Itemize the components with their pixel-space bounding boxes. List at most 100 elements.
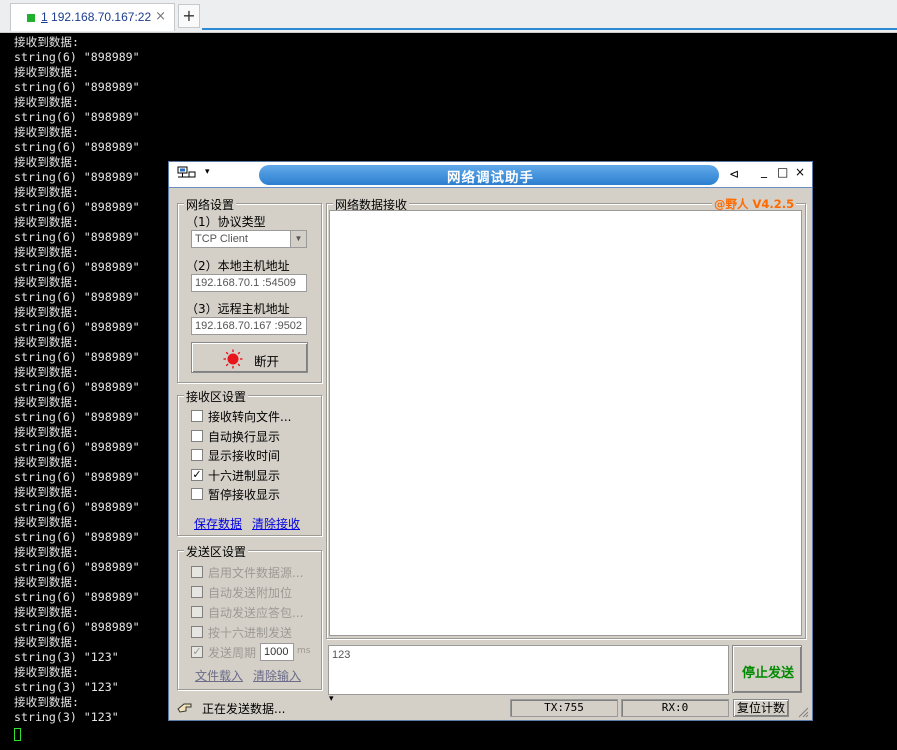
remote-host-label: （3）远程主机地址	[186, 302, 290, 316]
status-text: 正在发送数据...	[202, 702, 286, 716]
protocol-select[interactable]: TCP Client ▼	[191, 230, 307, 248]
new-tab-button[interactable]: +	[178, 4, 200, 28]
local-host-field[interactable]: 192.168.70.1 :54509	[191, 274, 307, 292]
checkbox[interactable]: ✓	[191, 468, 203, 481]
terminal-line: 接收到数据:	[14, 455, 79, 469]
terminal-line: string(6) "898989"	[14, 50, 140, 64]
session-tab-title: 1 192.168.70.167:22	[41, 10, 152, 24]
terminal-line: string(6) "898989"	[14, 620, 140, 634]
connected-indicator-icon	[27, 14, 35, 22]
send-settings-group: 发送区设置 启用文件数据源... 自动发送附加位 自动发送应答包... 按十六进制发送…	[177, 543, 322, 690]
menu-dropdown-icon[interactable]: ▾	[205, 167, 210, 177]
terminal-output[interactable]: 接收到数据: string(6) "898989" 接收到数据: string(6) …	[14, 35, 140, 725]
send-settings-title: 发送区设置	[184, 543, 249, 560]
checkbox[interactable]	[191, 429, 203, 442]
remote-host-field[interactable]: 192.168.70.167 :9502	[191, 317, 307, 335]
terminal-line: 接收到数据:	[14, 545, 79, 559]
terminal-line: 接收到数据:	[14, 665, 79, 679]
terminal-line: 接收到数据:	[14, 695, 79, 709]
stop-send-label: 停止发送	[742, 666, 795, 681]
connection-status-icon	[223, 349, 243, 369]
close-tab-icon[interactable]: ×	[155, 9, 166, 24]
terminal-line: 接收到数据:	[14, 35, 79, 49]
pin-icon[interactable]: ⊲	[729, 167, 739, 181]
terminal-line: string(6) "898989"	[14, 140, 140, 154]
checkbox-label: 显示接收时间	[208, 449, 281, 463]
checkbox[interactable]	[191, 488, 203, 500]
send-textarea[interactable]: 123	[328, 645, 729, 695]
terminal-line: string(6) "898989"	[14, 290, 140, 304]
net-assistant-window: 网络调试助手 ▾ ⊲ _ □ × 网络设置 （1）协议类型 TCP Client…	[168, 161, 813, 721]
checkbox[interactable]: ✓	[191, 646, 203, 658]
checkbox-label: 发送周期	[208, 646, 257, 660]
save-data-link[interactable]: 保存数据	[194, 515, 242, 532]
terminal-line: string(6) "898989"	[14, 560, 140, 574]
terminal-line: string(3) "123"	[14, 710, 119, 724]
terminal-line: 接收到数据:	[14, 425, 79, 439]
local-host-label: （2）本地主机地址	[186, 259, 290, 273]
session-tab[interactable]: 1 192.168.70.167:22 ×	[10, 3, 175, 31]
receive-textarea[interactable]	[329, 210, 802, 636]
checkbox-label: 十六进制显示	[208, 468, 281, 483]
checkbox[interactable]	[191, 410, 203, 422]
terminal-line: string(6) "898989"	[14, 230, 140, 244]
rx-counter: RX:0	[621, 699, 729, 717]
terminal-line: string(6) "898989"	[14, 410, 140, 424]
terminal-line: string(6) "898989"	[14, 200, 140, 214]
hand-pointer-icon	[177, 703, 192, 713]
checkbox[interactable]	[191, 586, 203, 598]
receive-settings-title: 接收区设置	[184, 388, 249, 405]
disconnect-button[interactable]: 断开	[191, 342, 308, 373]
checkbox[interactable]	[191, 449, 203, 461]
network-menu-icon[interactable]	[177, 166, 201, 180]
close-button[interactable]: ×	[795, 165, 805, 179]
receive-settings-group: 接收区设置 接收转向文件... 自动换行显示 显示接收时间 ✓ 十六进制显示 暂停接收显示…	[177, 388, 322, 536]
terminal-line: 接收到数据:	[14, 275, 79, 289]
stop-send-button[interactable]: 停止发送	[732, 645, 802, 693]
clear-receive-link[interactable]: 清除接收	[252, 515, 300, 532]
reset-count-button[interactable]: 复位计数	[733, 699, 789, 717]
chevron-down-icon[interactable]: ▼	[290, 231, 306, 247]
terminal-line: 接收到数据:	[14, 305, 79, 319]
checkbox-label: 启用文件数据源...	[208, 566, 304, 580]
terminal-line: 接收到数据:	[14, 245, 79, 259]
protocol-label: （1）协议类型	[186, 215, 266, 229]
tx-counter: TX:755	[510, 699, 618, 717]
terminal-line: 接收到数据:	[14, 215, 79, 229]
terminal-line: 接收到数据:	[14, 95, 79, 109]
terminal-line: string(6) "898989"	[14, 440, 140, 454]
minimize-button[interactable]: _	[761, 164, 767, 178]
checkbox-label: 自动发送附加位	[208, 586, 293, 600]
terminal-line: string(6) "898989"	[14, 380, 140, 394]
checkbox-label: 自动发送应答包...	[208, 606, 304, 620]
load-file-link[interactable]: 文件载入	[195, 667, 243, 684]
terminal-line: 接收到数据:	[14, 395, 79, 409]
checkbox-label: 自动换行显示	[208, 429, 281, 444]
terminal-line: string(6) "898989"	[14, 80, 140, 94]
status-dropdown-icon[interactable]: ▾	[329, 694, 334, 704]
maximize-button[interactable]: □	[777, 165, 788, 179]
terminal-line: 接收到数据:	[14, 485, 79, 499]
checkbox-label: 接收转向文件...	[208, 410, 292, 424]
terminal-line: 接收到数据:	[14, 155, 79, 169]
send-period-field[interactable]: 1000	[260, 643, 294, 661]
checkbox-label: 暂停接收显示	[208, 488, 281, 502]
send-period-unit: ms	[297, 646, 311, 656]
window-client: 网络设置 （1）协议类型 TCP Client ▼ （2）本地主机地址 192.…	[169, 188, 812, 720]
checkbox[interactable]	[191, 606, 203, 618]
terminal-line: string(6) "898989"	[14, 110, 140, 124]
tab-bar: 1 192.168.70.167:22 × +	[0, 0, 897, 33]
checkbox[interactable]	[191, 566, 203, 578]
window-titlebar[interactable]: 网络调试助手 ▾ ⊲ _ □ ×	[169, 162, 812, 188]
clear-input-link[interactable]: 清除输入	[253, 667, 301, 684]
resize-grip-icon[interactable]	[797, 706, 809, 718]
terminal-line: 接收到数据:	[14, 515, 79, 529]
terminal-line: string(6) "898989"	[14, 500, 140, 514]
checkbox[interactable]	[191, 626, 203, 638]
terminal-line: 接收到数据:	[14, 605, 79, 619]
terminal-line: 接收到数据:	[14, 65, 79, 79]
tab-underline	[202, 28, 897, 30]
terminal-line: string(3) "123"	[14, 650, 119, 664]
window-title: 网络调试助手	[447, 170, 534, 186]
terminal-line: string(6) "898989"	[14, 320, 140, 334]
